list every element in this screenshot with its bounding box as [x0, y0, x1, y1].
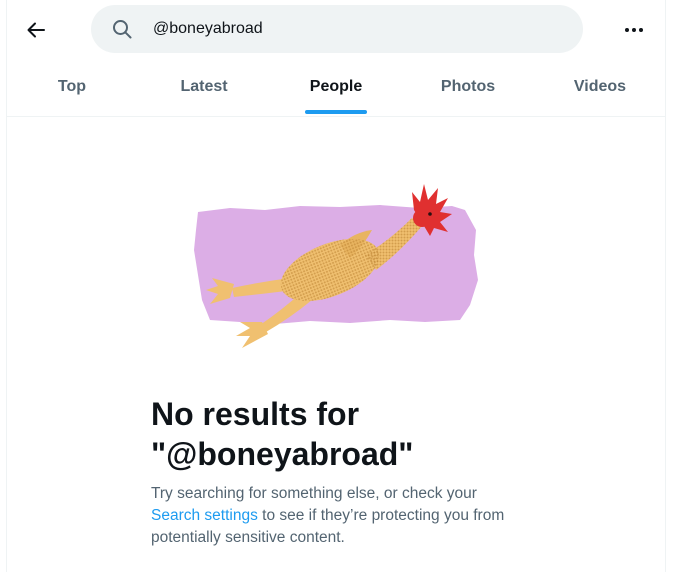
rubber-chicken-illustration	[194, 184, 478, 348]
search-icon	[111, 18, 133, 40]
empty-state-description: Try searching for something else, or che…	[151, 483, 521, 549]
tab-label: Top	[57, 78, 87, 95]
tab-photos[interactable]: Photos	[402, 58, 534, 116]
tab-label: People	[309, 78, 363, 95]
tab-top[interactable]: Top	[6, 58, 138, 116]
more-horizontal-icon	[625, 28, 643, 32]
search-box[interactable]	[91, 5, 583, 53]
active-tab-indicator	[305, 110, 367, 114]
top-bar	[0, 0, 680, 58]
tab-label: Latest	[180, 78, 228, 95]
search-input[interactable]	[153, 14, 533, 44]
more-options-button[interactable]	[616, 12, 652, 48]
empty-state-desc-before: Try searching for something else, or che…	[151, 485, 477, 502]
tab-label: Videos	[573, 78, 627, 95]
tab-label: Photos	[440, 78, 496, 95]
empty-state-title-line1: No results for	[151, 396, 360, 432]
back-button[interactable]	[18, 12, 54, 48]
arrow-left-icon	[27, 22, 45, 38]
page: Top Latest People Photos Videos	[0, 0, 680, 572]
tab-people[interactable]: People	[270, 58, 402, 116]
tab-videos[interactable]: Videos	[534, 58, 666, 116]
search-settings-link[interactable]: Search settings	[151, 507, 258, 524]
search-tabs: Top Latest People Photos Videos	[6, 58, 666, 117]
tab-latest[interactable]: Latest	[138, 58, 270, 116]
empty-state-title-line2: "@boneyabroad"	[151, 436, 414, 472]
empty-state-title: No results for "@boneyabroad"	[151, 394, 551, 474]
